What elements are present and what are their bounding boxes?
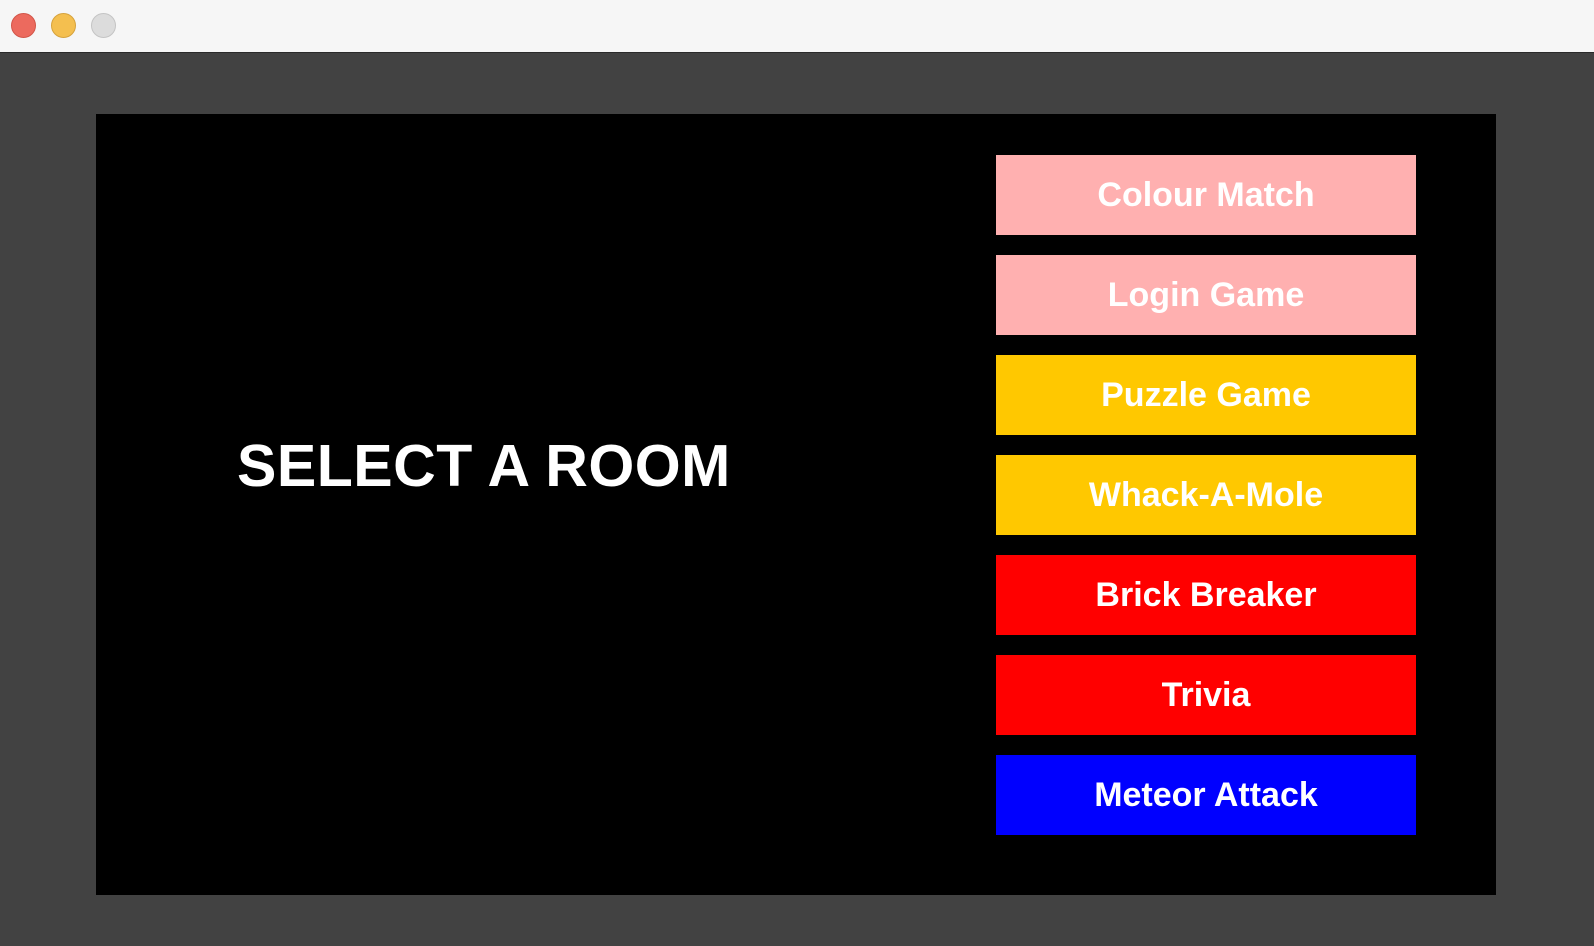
room-button-trivia[interactable]: Trivia bbox=[996, 655, 1416, 735]
room-button-label: Colour Match bbox=[1097, 175, 1315, 214]
room-button-label: Whack-A-Mole bbox=[1088, 475, 1324, 514]
room-button-label: Login Game bbox=[1107, 275, 1305, 314]
room-button-whack-a-mole[interactable]: Whack-A-Mole bbox=[996, 455, 1416, 535]
page-title: SELECT A ROOM bbox=[237, 433, 731, 499]
room-button-login-game[interactable]: Login Game bbox=[996, 255, 1416, 335]
room-button-colour-match[interactable]: Colour Match bbox=[996, 155, 1416, 235]
zoom-window-icon[interactable] bbox=[91, 13, 116, 38]
room-button-label: Trivia bbox=[1161, 675, 1251, 714]
close-window-icon[interactable] bbox=[11, 13, 36, 38]
minimize-window-icon[interactable] bbox=[51, 13, 76, 38]
game-canvas: SELECT A ROOM Colour Match Login Game Pu… bbox=[96, 114, 1496, 895]
window-titlebar bbox=[0, 0, 1594, 53]
room-button-list: Colour Match Login Game Puzzle Game Whac… bbox=[996, 155, 1416, 855]
room-button-label: Brick Breaker bbox=[1095, 575, 1317, 614]
room-button-puzzle-game[interactable]: Puzzle Game bbox=[996, 355, 1416, 435]
room-button-label: Meteor Attack bbox=[1094, 775, 1318, 814]
window-body: SELECT A ROOM Colour Match Login Game Pu… bbox=[0, 54, 1594, 946]
room-button-brick-breaker[interactable]: Brick Breaker bbox=[996, 555, 1416, 635]
room-button-meteor-attack[interactable]: Meteor Attack bbox=[996, 755, 1416, 835]
room-button-label: Puzzle Game bbox=[1101, 375, 1311, 414]
